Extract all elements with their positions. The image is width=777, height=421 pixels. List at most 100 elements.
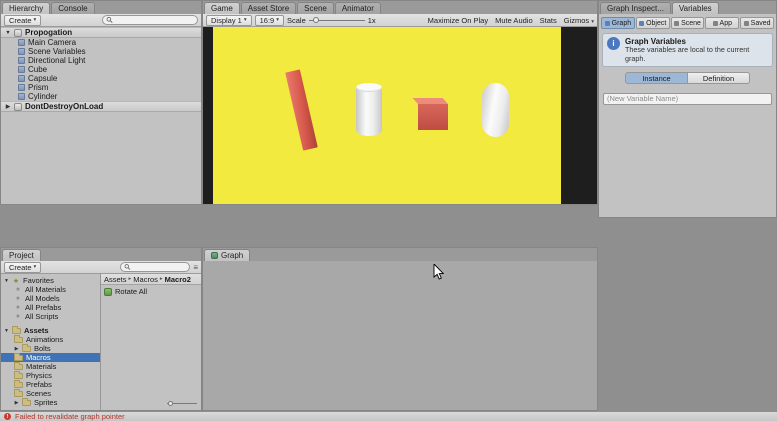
hierarchy-panel: Hierarchy Console Create ▾ ▼ Propogation — [0, 0, 202, 205]
favorite-all-materials[interactable]: ★ All Materials — [1, 285, 100, 294]
foldout-icon[interactable]: ▼ — [5, 30, 11, 36]
tab-console[interactable]: Console — [51, 2, 94, 14]
project-folder-bolts[interactable]: ▶ Bolts — [1, 344, 100, 353]
favorite-label: All Models — [25, 294, 60, 303]
hierarchy-search[interactable] — [102, 15, 198, 25]
breadcrumb-separator-icon: ▸ — [129, 276, 132, 282]
favorite-all-scripts[interactable]: ★ All Scripts — [1, 312, 100, 321]
project-create-button[interactable]: Create ▾ — [4, 262, 41, 273]
folder-label: Sprites — [34, 398, 57, 407]
hierarchy-item-cube[interactable]: Cube — [1, 65, 201, 74]
gameobject-icon — [18, 93, 25, 100]
game-canvas[interactable] — [213, 27, 561, 204]
stats-toggle[interactable]: Stats — [540, 16, 557, 25]
breadcrumb-macro2[interactable]: Macro2 — [165, 275, 191, 284]
graph-canvas[interactable] — [203, 261, 597, 410]
project-folder-scenes[interactable]: Scenes — [1, 389, 100, 398]
gizmos-dropdown[interactable]: Gizmos ▾ — [564, 16, 594, 25]
new-variable-input[interactable] — [603, 93, 772, 105]
scope-app-button[interactable]: App — [705, 17, 739, 29]
hierarchy-search-input[interactable] — [115, 16, 194, 24]
hierarchy-item-label: Prism — [28, 83, 48, 92]
infobox-text: These variables are local to the current… — [625, 46, 768, 63]
foldout-icon[interactable]: ▶ — [14, 346, 19, 352]
hierarchy-toolbar: Create ▾ — [1, 14, 201, 27]
hierarchy-tabstrip: Hierarchy Console — [1, 1, 201, 14]
asset-rotate-all[interactable]: Rotate All — [101, 285, 201, 298]
slider-knob[interactable] — [313, 17, 319, 23]
hierarchy-item-capsule[interactable]: Capsule — [1, 74, 201, 83]
hierarchy-item-cylinder[interactable]: Cylinder — [1, 92, 201, 101]
gizmos-label: Gizmos — [564, 16, 589, 25]
project-folder-materials[interactable]: Materials — [1, 362, 100, 371]
tab-game[interactable]: Game — [204, 2, 240, 14]
scope-object-button[interactable]: Object — [636, 17, 670, 29]
hierarchy-item-main-camera[interactable]: Main Camera — [1, 38, 201, 47]
variables-subtabs: Instance Definition — [599, 69, 776, 86]
tab-instance[interactable]: Instance — [625, 72, 688, 84]
foldout-icon[interactable]: ▼ — [4, 328, 9, 334]
tab-definition[interactable]: Definition — [688, 72, 750, 84]
create-label: Create — [9, 16, 32, 25]
favorite-all-models[interactable]: ★ All Models — [1, 294, 100, 303]
game-view-toolbar: Display 1 ▾ 16:9 ▾ Scale 1x Maximize On … — [203, 14, 597, 27]
game-viewport[interactable] — [203, 27, 597, 204]
tab-asset-store[interactable]: Asset Store — [241, 2, 296, 14]
tab-project[interactable]: Project — [2, 249, 41, 261]
scene-scope-icon — [674, 21, 679, 26]
status-bar[interactable]: ! Failed to revalidate graph pointer — [0, 411, 777, 421]
folder-label: Prefabs — [26, 380, 52, 389]
display-dropdown[interactable]: Display 1 ▾ — [206, 15, 252, 26]
hierarchy-create-button[interactable]: Create ▾ — [4, 15, 41, 26]
project-folder-animations[interactable]: Animations — [1, 335, 100, 344]
panel-menu-icon[interactable]: ≡ — [193, 263, 198, 272]
maximize-on-play-toggle[interactable]: Maximize On Play — [428, 16, 488, 25]
project-folder-macros[interactable]: Macros — [1, 353, 100, 362]
hierarchy-item-prism[interactable]: Prism — [1, 83, 201, 92]
aspect-ratio-dropdown[interactable]: 16:9 ▾ — [255, 15, 284, 26]
foldout-icon[interactable]: ▶ — [14, 400, 19, 406]
scale-label: Scale — [287, 16, 306, 25]
favorites-header[interactable]: ▼ ★ Favorites — [1, 276, 100, 285]
gameobject-icon — [18, 75, 25, 82]
mute-audio-toggle[interactable]: Mute Audio — [495, 16, 533, 25]
object-scope-icon — [639, 21, 644, 26]
asset-zoom-slider[interactable] — [167, 401, 197, 406]
project-search-input[interactable] — [133, 263, 186, 271]
hierarchy-tree: ▼ Propogation Main Camera Scene Variable… — [1, 27, 201, 112]
hierarchy-item-label: Directional Light — [28, 56, 85, 65]
breadcrumb-macros[interactable]: Macros — [133, 275, 158, 284]
tab-animator[interactable]: Animator — [335, 2, 381, 14]
tab-graph[interactable]: Graph — [204, 249, 250, 261]
tab-graph-inspector[interactable]: Graph Inspect... — [600, 2, 671, 14]
breadcrumb-assets[interactable]: Assets — [104, 275, 127, 284]
scene-header-dontdestroyonload[interactable]: ▶ DontDestroyOnLoad — [1, 101, 201, 112]
folder-icon — [14, 355, 23, 361]
hierarchy-item-scene-variables[interactable]: Scene Variables — [1, 47, 201, 56]
project-search[interactable] — [120, 262, 190, 272]
scope-scene-button[interactable]: Scene — [671, 17, 705, 29]
folder-icon — [14, 373, 23, 379]
tab-variables[interactable]: Variables — [672, 2, 719, 14]
tab-scene[interactable]: Scene — [297, 2, 334, 14]
project-file-pane: Assets ▸ Macros ▸ Macro2 Rotate All — [101, 274, 201, 410]
scope-saved-button[interactable]: Saved — [740, 17, 774, 29]
tab-hierarchy[interactable]: Hierarchy — [2, 2, 50, 14]
project-folder-prefabs[interactable]: Prefabs — [1, 380, 100, 389]
scope-graph-button[interactable]: Graph — [601, 17, 635, 29]
slider-knob[interactable] — [168, 401, 173, 406]
assets-root[interactable]: ▼ Assets — [1, 326, 100, 335]
foldout-icon[interactable]: ▼ — [4, 278, 9, 284]
favorite-all-prefabs[interactable]: ★ All Prefabs — [1, 303, 100, 312]
graph-scope-icon — [605, 21, 610, 26]
project-folder-sprites[interactable]: ▶ Sprites — [1, 398, 100, 407]
project-folder-physics[interactable]: Physics — [1, 371, 100, 380]
hierarchy-item-directional-light[interactable]: Directional Light — [1, 56, 201, 65]
foldout-icon[interactable]: ▶ — [5, 104, 11, 110]
project-panel: Project Create ▾ ≡ ▼ ★ Favorites — [0, 247, 202, 411]
chevron-down-icon: ▾ — [591, 19, 594, 25]
scope-label: Graph — [612, 20, 631, 27]
scale-slider[interactable] — [309, 20, 365, 21]
aspect-label: 16:9 — [260, 16, 275, 25]
scene-header-propogation[interactable]: ▼ Propogation — [1, 27, 201, 38]
